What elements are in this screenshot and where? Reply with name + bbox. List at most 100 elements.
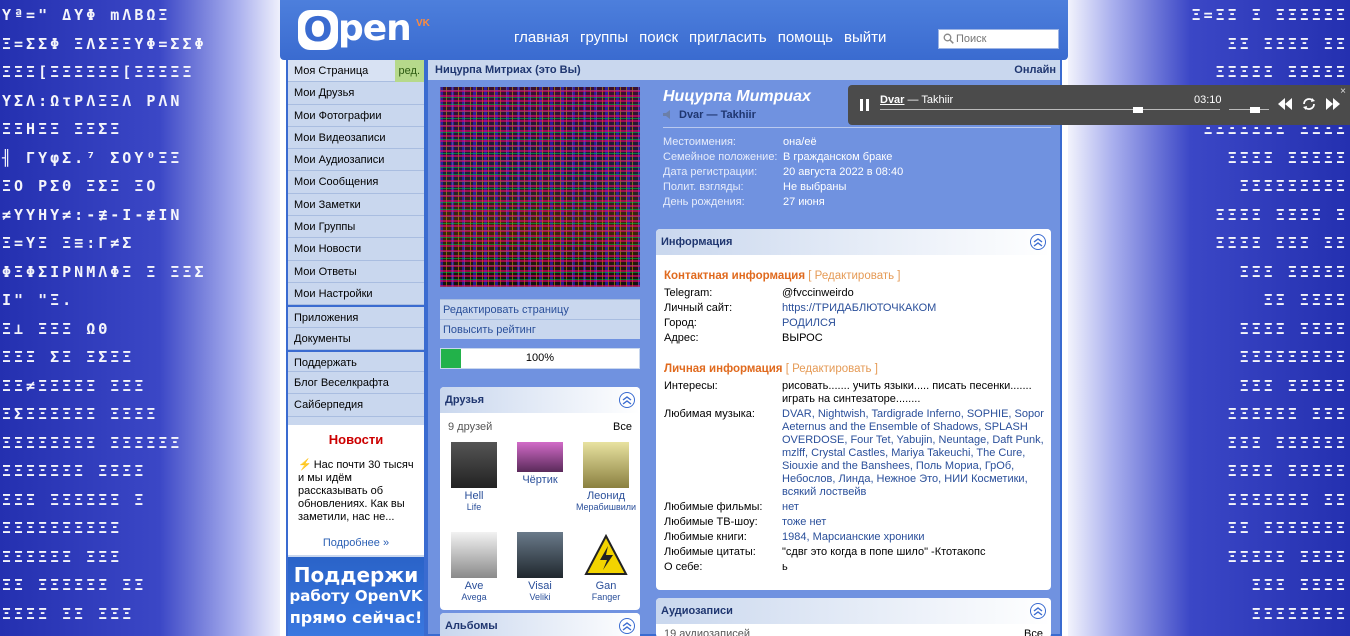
sidebar-item-documents[interactable]: Документы bbox=[288, 328, 424, 350]
sidebar-item-answers[interactable]: Мои Ответы bbox=[288, 261, 424, 283]
profile-status[interactable]: Dvar — Takhiir bbox=[663, 109, 756, 121]
friend-name: Чёртик bbox=[522, 474, 558, 486]
friend-card[interactable]: Ave Avega bbox=[443, 532, 505, 602]
lightning-icon: ⚡ bbox=[298, 459, 312, 471]
search-input[interactable] bbox=[956, 31, 1056, 47]
player-volume-handle[interactable] bbox=[1250, 107, 1260, 113]
sidebar-item-apps[interactable]: Приложения bbox=[288, 305, 424, 328]
audio-count: 19 аудиозаписей bbox=[664, 628, 751, 636]
website-link[interactable]: https://ТРИДАБЛЮТОЧКАКОМ bbox=[782, 302, 1054, 315]
row-label: О себе: bbox=[664, 561, 703, 573]
sidebar-item-audios[interactable]: Мои Аудиозаписи bbox=[288, 149, 424, 172]
city-link[interactable]: РОДИЛСЯ bbox=[782, 317, 1054, 330]
friend-photo bbox=[517, 442, 563, 472]
promo-line-1: Поддержи bbox=[293, 563, 419, 587]
sidebar-item-support[interactable]: Поддержать bbox=[288, 349, 424, 373]
sidebar-item-cyberpedia[interactable]: Сайберпедия bbox=[288, 394, 424, 417]
glitch-text-row: ╢ ΓΥφΣ.⁷ ΣΟΥ⁰ΞΞ bbox=[2, 148, 183, 167]
row-label: Любимые цитаты: bbox=[664, 546, 756, 558]
sidebar-item-my-page[interactable]: Моя Страница ред. bbox=[288, 60, 424, 83]
friend-card[interactable]: Hell Life bbox=[443, 442, 505, 512]
friend-card[interactable]: Visai Veliki bbox=[509, 532, 571, 602]
nav-search[interactable]: поиск bbox=[639, 29, 678, 46]
logo[interactable]: O pen VK bbox=[298, 6, 430, 52]
albums-box: Альбомы bbox=[440, 613, 640, 636]
glitch-text-row: ΞΞΞΞΞΞΞΞ bbox=[1251, 604, 1348, 623]
nav-groups[interactable]: группы bbox=[580, 29, 628, 46]
promo-line-3: прямо сейчас! bbox=[289, 608, 423, 627]
sidebar-item-notes[interactable]: Мои Заметки bbox=[288, 194, 424, 217]
audio-all-link[interactable]: Все bbox=[1024, 628, 1043, 636]
sidebar-item-messages[interactable]: Мои Сообщения bbox=[288, 171, 424, 194]
glitch-text-row: ΞΞΗΞΞ ΞΞΣΞ bbox=[2, 120, 123, 138]
music-links[interactable]: DVAR, Nightwish, Tardigrade Inferno, SOP… bbox=[782, 408, 1054, 499]
friend-name: Gan bbox=[595, 580, 617, 592]
nav-help[interactable]: помощь bbox=[778, 29, 833, 46]
repeat-icon[interactable] bbox=[1302, 98, 1316, 110]
field-label: День рождения: bbox=[663, 196, 745, 208]
nav-logout[interactable]: выйти bbox=[844, 29, 886, 46]
player-volume-track[interactable] bbox=[1229, 109, 1269, 110]
sidebar-item-blog[interactable]: Блог Веселкрафта bbox=[288, 372, 424, 395]
player-progress-track[interactable] bbox=[880, 109, 1220, 110]
logo-pen: pen bbox=[338, 8, 412, 49]
collapse-icon[interactable] bbox=[619, 618, 635, 634]
player-progress-handle[interactable] bbox=[1133, 107, 1144, 113]
collapse-icon[interactable] bbox=[619, 392, 635, 408]
collapse-icon[interactable] bbox=[1030, 234, 1046, 250]
rating-bar: 100% bbox=[440, 348, 640, 369]
profile-avatar[interactable] bbox=[440, 87, 640, 287]
friend-card[interactable]: Леонид Мерабишвили bbox=[575, 442, 637, 512]
friends-count: 9 друзей bbox=[448, 421, 493, 433]
sidebar-item-news[interactable]: Мои Новости bbox=[288, 238, 424, 261]
field-label: Дата регистрации: bbox=[663, 166, 758, 178]
row-value: рисовать....... учить языки..... писать … bbox=[782, 380, 1032, 405]
glitch-text-row: ΞΞΞΞ ΞΞΞΞΞ bbox=[1227, 462, 1348, 480]
row-value[interactable]: нет bbox=[782, 501, 1054, 514]
top-nav: главная группы поиск пригласить помощь выйти bbox=[514, 29, 897, 46]
friend-card[interactable]: Gan Fanger bbox=[575, 532, 637, 602]
row-label: Любимая музыка: bbox=[664, 408, 755, 420]
nav-invite[interactable]: пригласить bbox=[689, 29, 767, 46]
glitch-text-row: ΞΞΞΞ ΞΞΞΞ bbox=[1239, 319, 1348, 338]
row-value[interactable]: тоже нет bbox=[782, 516, 1054, 529]
collapse-icon[interactable] bbox=[1030, 603, 1046, 619]
player-artist: Dvar bbox=[880, 94, 905, 106]
row-value[interactable]: 1984, Марсианские хроники bbox=[782, 531, 1054, 544]
friends-all-link[interactable]: Все bbox=[613, 421, 632, 433]
glitch-text-row: ΞΞΞΞ ΞΞ ΞΞΞ bbox=[2, 604, 135, 623]
nav-home[interactable]: главная bbox=[514, 29, 569, 46]
edit-badge[interactable]: ред. bbox=[394, 60, 424, 82]
player-track[interactable]: Dvar — Takhiir bbox=[880, 94, 953, 106]
glitch-text-row: ΞΞΞΞΞΞΞΞΞ bbox=[1239, 177, 1348, 195]
edit-personal-link[interactable]: [ Редактировать ] bbox=[786, 363, 878, 375]
glitch-text-row: ΞΞΞ[ΞΞΞΞΞΞ[ΞΞΞΞΞ bbox=[2, 63, 195, 81]
header: O pen VK главная группы поиск пригласить пом… bbox=[280, 0, 1068, 60]
sidebar-item-groups[interactable]: Мои Группы bbox=[288, 216, 424, 239]
glitch-text-row: ΞΞΞΞΞΞΞΞ ΞΞΞΞΞΞ bbox=[2, 433, 183, 452]
glitch-text-row: ΞΞ ΞΞΞΞΞΞ ΞΞ bbox=[2, 576, 147, 594]
main-content: Ницурпа Митриах (это Вы) Онлайн Редактир… bbox=[426, 60, 1062, 636]
news-more-link[interactable]: Подробнее » bbox=[288, 537, 424, 549]
pause-icon[interactable] bbox=[860, 99, 870, 111]
edit-contact-link[interactable]: [ Редактировать ] bbox=[808, 270, 900, 282]
audio-header: Аудиозаписи bbox=[656, 598, 1051, 624]
sidebar-item-settings[interactable]: Мои Настройки bbox=[288, 283, 424, 306]
sidebar-item-friends[interactable]: Мои Друзья bbox=[288, 82, 424, 105]
raise-rating-link[interactable]: Повысить рейтинг bbox=[440, 319, 640, 339]
close-icon[interactable]: × bbox=[1340, 86, 1346, 97]
contact-section-title: Контактная информация [ Редактировать ] bbox=[664, 270, 901, 282]
previous-icon[interactable] bbox=[1278, 98, 1292, 110]
sidebar-item-photos[interactable]: Мои Фотографии bbox=[288, 105, 424, 127]
glitch-text-row: ΞΟ ΡΣΘ ΞΣΞ ΞΟ bbox=[2, 177, 159, 195]
support-promo-banner[interactable]: Поддержи работу OpenVK прямо сейчас! bbox=[288, 557, 424, 636]
divider bbox=[663, 127, 1051, 128]
next-icon[interactable] bbox=[1326, 98, 1340, 110]
personal-section-title: Личная информация [ Редактировать ] bbox=[664, 363, 878, 375]
friend-card[interactable]: Чёртик bbox=[509, 442, 571, 486]
row-label: Город: bbox=[664, 317, 697, 329]
edit-page-link[interactable]: Редактировать страницу bbox=[440, 299, 640, 319]
friend-photo bbox=[451, 532, 497, 578]
friend-surname: Мерабишвили bbox=[575, 502, 637, 512]
sidebar-item-videos[interactable]: Мои Видеозаписи bbox=[288, 127, 424, 150]
